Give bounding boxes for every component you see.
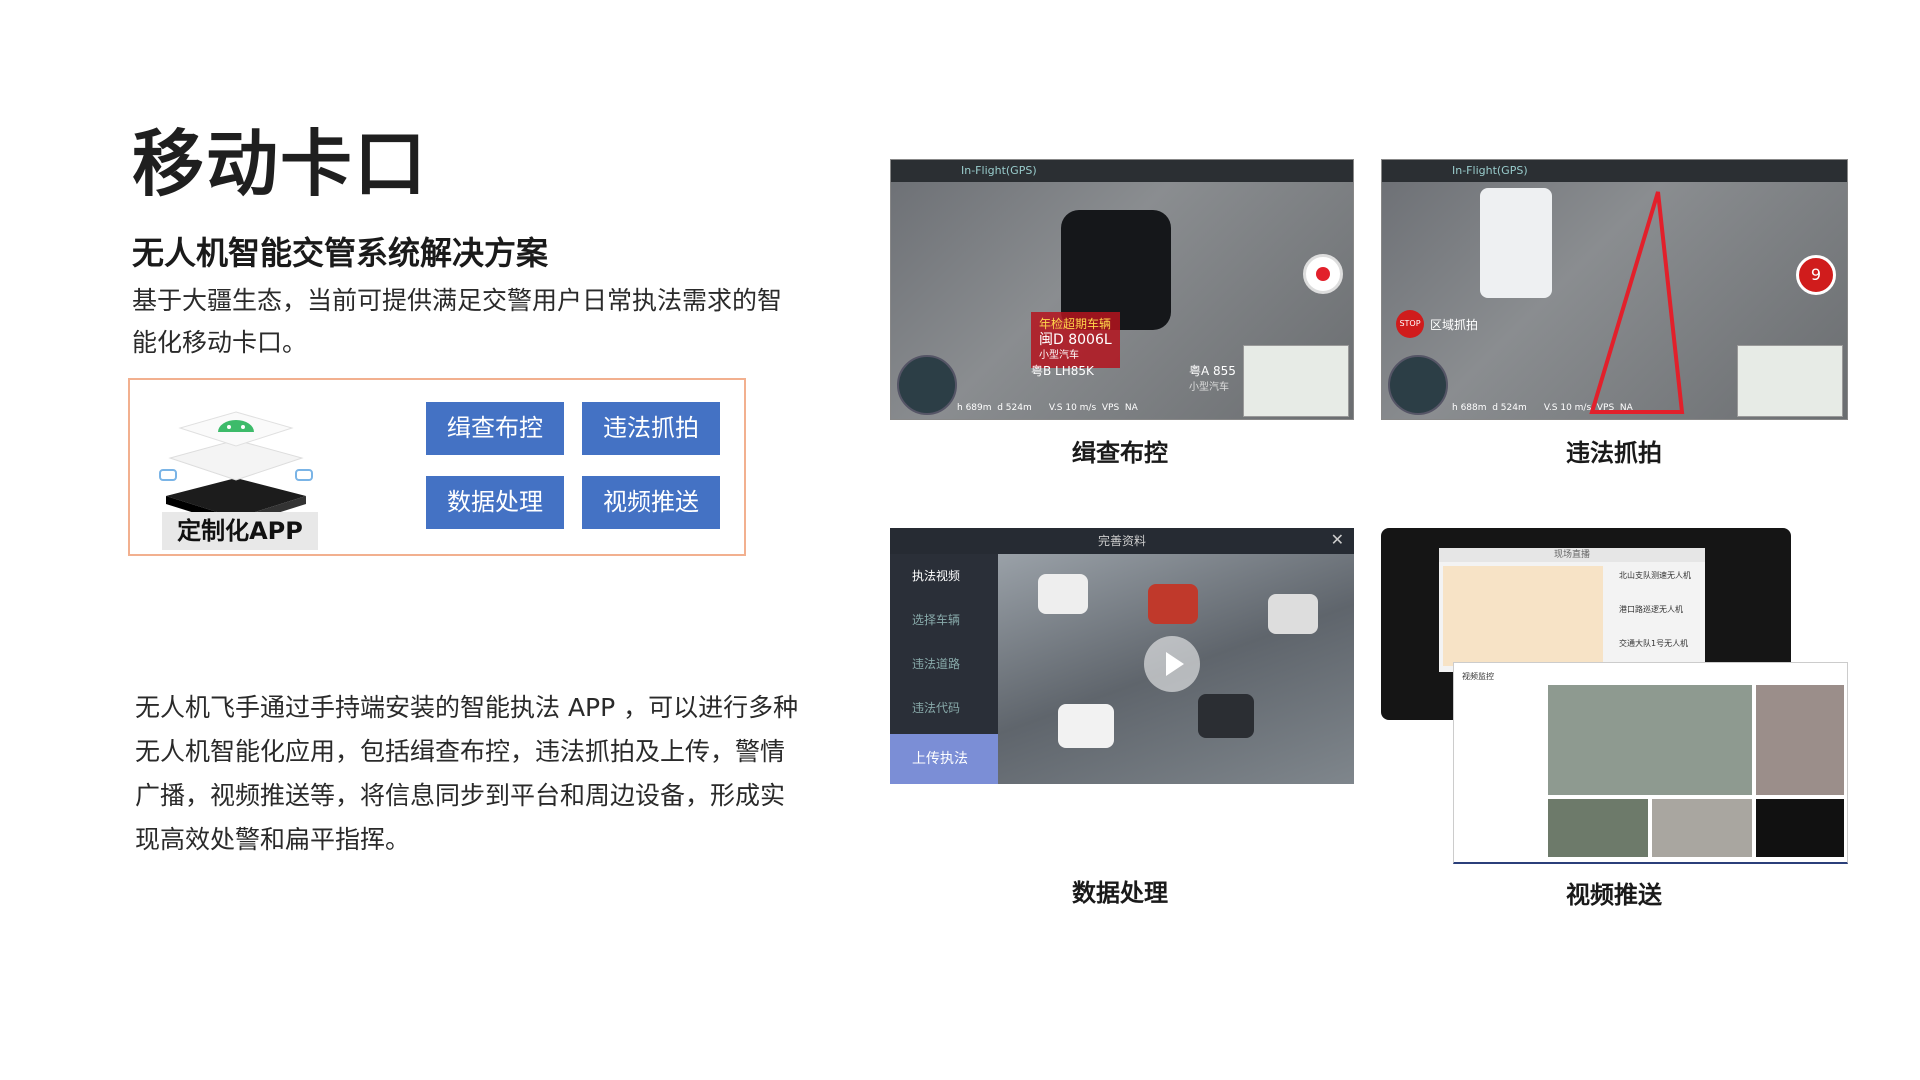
plate-3: 粤A 855 bbox=[1189, 364, 1236, 378]
feature-data-processing-button[interactable]: 数据处理 bbox=[426, 476, 564, 529]
page-subtitle: 无人机智能交管系统解决方案 bbox=[132, 234, 549, 272]
zone-capture-label: 区域抓拍 bbox=[1430, 318, 1479, 332]
monitor-thumb-1 bbox=[1548, 799, 1648, 857]
upload-button[interactable]: 上传执法 bbox=[890, 734, 998, 784]
video-push-screenshot: 现场直播 北山支队测速无人机 港口路巡逻无人机 交通大队1号无人机 视频监控 bbox=[1381, 528, 1848, 866]
drone-status-bar: In-Flight(GPS) bbox=[891, 160, 1353, 182]
alert-plate: 闽D 8006L bbox=[1039, 332, 1112, 348]
page-title: 移动卡口 bbox=[132, 122, 429, 206]
violation-capture-screenshot: In-Flight(GPS) STOP 区域抓拍 9 h 688m d 524m… bbox=[1381, 159, 1848, 420]
flight-mode: In-Flight(GPS) bbox=[961, 164, 1037, 177]
map-title: 现场直播 bbox=[1439, 548, 1705, 562]
caption-data-processing: 数据处理 bbox=[1072, 879, 1168, 907]
captured-van bbox=[1480, 188, 1552, 298]
close-icon[interactable]: ✕ bbox=[1331, 530, 1344, 549]
live-map-screen: 现场直播 北山支队测速无人机 港口路巡逻无人机 交通大队1号无人机 bbox=[1439, 548, 1705, 672]
drone-item-2[interactable]: 港口路巡逻无人机 bbox=[1619, 604, 1683, 615]
side-menu: 执法视频 选择车辆 违法道路 违法代码 上传执法 bbox=[890, 554, 998, 784]
radar-icon bbox=[897, 355, 957, 415]
drone-item-1[interactable]: 北山支队测速无人机 bbox=[1619, 570, 1691, 581]
radar-icon bbox=[1388, 355, 1448, 415]
menu-item-code[interactable]: 违法代码 bbox=[890, 686, 998, 730]
drone-status-bar: In-Flight(GPS) bbox=[1382, 160, 1847, 182]
feature-violation-capture-button[interactable]: 违法抓拍 bbox=[582, 402, 720, 455]
app-label: 定制化APP bbox=[162, 512, 318, 550]
play-icon[interactable] bbox=[1144, 636, 1200, 692]
map-area bbox=[1443, 566, 1603, 666]
traffic-car bbox=[1198, 694, 1254, 738]
app-feature-box: 定制化APP 缉查布控 违法抓拍 数据处理 视频推送 bbox=[128, 378, 746, 556]
minimap[interactable] bbox=[1243, 345, 1349, 417]
monitor-screen: 视频监控 bbox=[1453, 662, 1848, 864]
traffic-car bbox=[1038, 574, 1088, 614]
minimap[interactable] bbox=[1737, 345, 1843, 417]
surveillance-screenshot: In-Flight(GPS) 年检超期车辆 闽D 8006L 小型汽车 粤B L… bbox=[890, 159, 1354, 420]
record-button[interactable] bbox=[1303, 254, 1343, 294]
monitor-side-video bbox=[1756, 685, 1844, 795]
alert-box: 年检超期车辆 闽D 8006L 小型汽车 bbox=[1031, 312, 1120, 368]
intro-text: 基于大疆生态，当前可提供满足交警用户日常执法需求的智能化移动卡口。 bbox=[132, 286, 783, 357]
plate-3-type: 小型汽车 bbox=[1189, 382, 1229, 393]
monitor-thumb-3 bbox=[1756, 799, 1844, 857]
traffic-car bbox=[1058, 704, 1114, 748]
form-header: 完善资料 bbox=[890, 528, 1354, 554]
drone-item-3[interactable]: 交通大队1号无人机 bbox=[1619, 638, 1688, 649]
caption-violation-capture: 违法抓拍 bbox=[1566, 439, 1662, 467]
caption-video-push: 视频推送 bbox=[1566, 881, 1662, 909]
description-text: 无人机飞手通过手持端安装的智能执法 APP ，可以进行多种无人机智能化应用，包括… bbox=[135, 693, 799, 854]
alert-title: 年检超期车辆 bbox=[1039, 317, 1112, 331]
feature-video-push-button[interactable]: 视频推送 bbox=[582, 476, 720, 529]
data-processing-screenshot: 完善资料 ✕ 执法视频 选择车辆 违法道路 违法代码 上传执法 bbox=[890, 528, 1354, 784]
plate-2: 粤B LH85K bbox=[1031, 364, 1094, 378]
traffic-car bbox=[1268, 594, 1318, 634]
stop-icon: STOP bbox=[1396, 310, 1424, 338]
caption-surveillance: 缉查布控 bbox=[1072, 439, 1168, 467]
menu-item-road[interactable]: 违法道路 bbox=[890, 642, 998, 686]
capture-counter[interactable]: 9 bbox=[1796, 255, 1836, 295]
monitor-title: 视频监控 bbox=[1462, 672, 1494, 681]
telemetry: h 689m d 524m V.S 10 m/s VPS NA bbox=[957, 403, 1138, 413]
traffic-car bbox=[1148, 584, 1198, 624]
traffic-video bbox=[998, 554, 1354, 784]
telemetry: h 688m d 524m V.S 10 m/s VPS NA bbox=[1452, 403, 1633, 413]
android-app-icon bbox=[159, 411, 313, 526]
menu-item-video[interactable]: 执法视频 bbox=[890, 554, 998, 598]
monitor-main-video bbox=[1548, 685, 1752, 795]
feature-surveillance-button[interactable]: 缉查布控 bbox=[426, 402, 564, 455]
menu-item-vehicle[interactable]: 选择车辆 bbox=[890, 598, 998, 642]
flight-mode: In-Flight(GPS) bbox=[1452, 164, 1528, 177]
monitor-thumb-2 bbox=[1652, 799, 1752, 857]
